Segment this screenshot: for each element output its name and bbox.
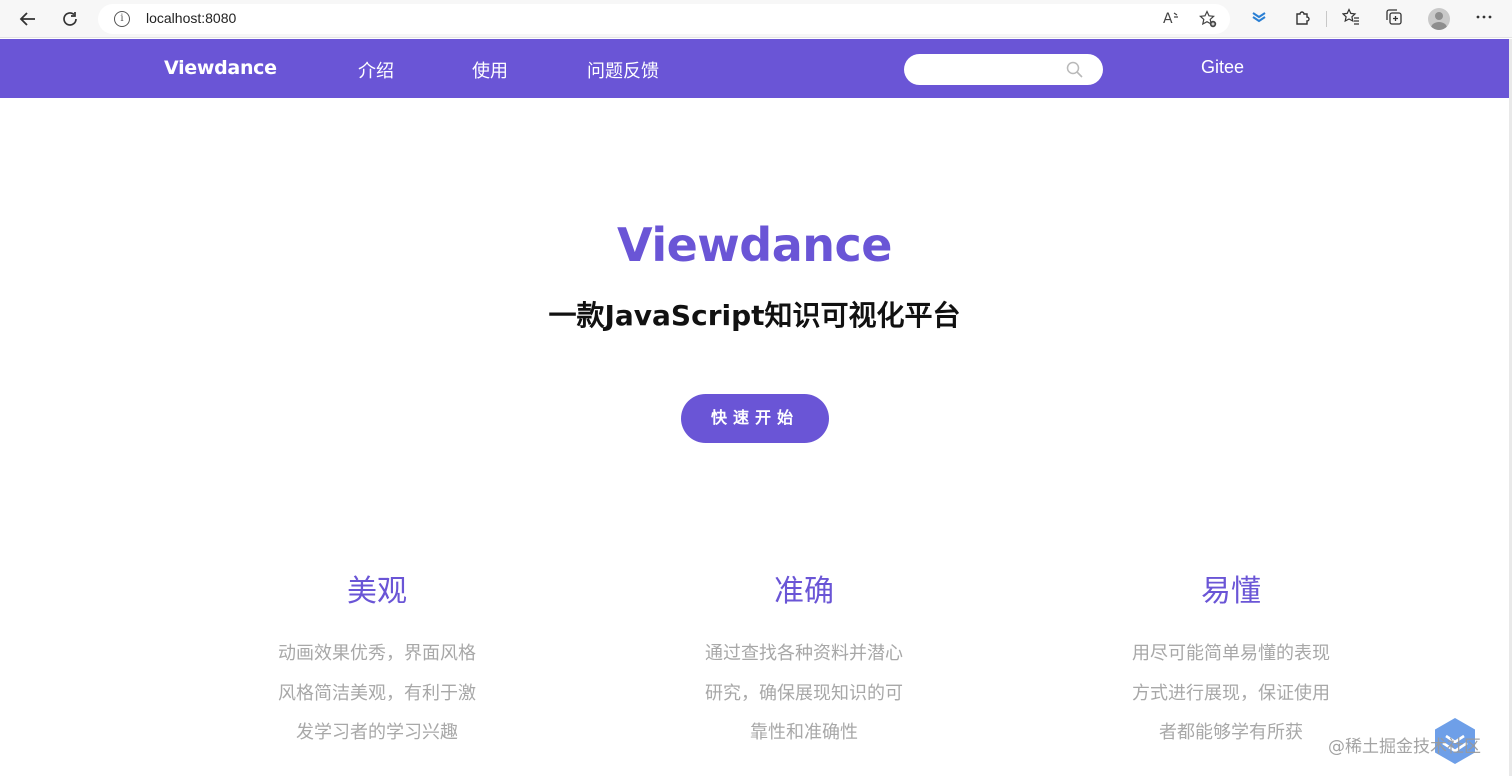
- more-menu-icon[interactable]: [1473, 8, 1495, 30]
- favorites-icon[interactable]: [1340, 8, 1362, 30]
- feature-card-beautiful: 美观 动画效果优秀，界面风格 风格简洁美观，有利于激 发学习者的学习兴趣: [257, 572, 497, 753]
- feature-title: 易懂: [1201, 574, 1261, 609]
- feature-desc-line: 通过查找各种资料并潜心: [705, 643, 903, 664]
- brand-logo-text[interactable]: Viewdance: [164, 57, 277, 79]
- feature-card-easy: 易懂 用尽可能简单易懂的表现 方式进行展现，保证使用 者都能够学有所获: [1111, 572, 1351, 753]
- search-box[interactable]: [904, 54, 1103, 85]
- hero-subtitle: 一款JavaScript知识可视化平台: [548, 299, 961, 332]
- toolbar-separator: [1326, 11, 1327, 27]
- svg-text:A: A: [1163, 11, 1173, 26]
- feature-title: 美观: [347, 574, 407, 609]
- search-icon[interactable]: [1066, 61, 1083, 78]
- nav-link-feedback[interactable]: 问题反馈: [587, 57, 659, 83]
- refresh-icon[interactable]: [58, 7, 82, 31]
- extension-download-icon[interactable]: [1248, 8, 1270, 30]
- collections-icon[interactable]: [1383, 8, 1405, 30]
- nav-link-usage[interactable]: 使用: [472, 57, 508, 83]
- extensions-puzzle-icon[interactable]: [1292, 8, 1314, 30]
- feature-desc-line: 风格简洁美观，有利于激: [278, 682, 476, 704]
- site-info-icon[interactable]: i: [114, 11, 130, 27]
- feature-desc-line: 发学习者的学习兴趣: [296, 722, 458, 743]
- feature-desc-line: 动画效果优秀，界面风格: [278, 643, 476, 664]
- search-input[interactable]: [918, 59, 1068, 80]
- favorite-add-icon[interactable]: [1198, 10, 1218, 30]
- back-arrow-icon[interactable]: [16, 7, 40, 31]
- site-header: Viewdance 介绍 使用 问题反馈 Gitee: [0, 39, 1509, 98]
- feature-desc-line: 靠性和准确性: [750, 722, 858, 743]
- read-aloud-icon[interactable]: A: [1162, 10, 1182, 30]
- gitee-link[interactable]: Gitee: [1201, 57, 1244, 78]
- quick-start-button[interactable]: 快速开始: [681, 394, 829, 443]
- feature-title: 准确: [774, 574, 834, 609]
- feature-desc-line: 者都能够学有所获: [1159, 722, 1303, 743]
- feature-desc-line: 方式进行展现，保证使用: [1132, 682, 1330, 704]
- feature-desc-line: 研究，确保展现知识的可: [705, 682, 903, 704]
- feature-description: 通过查找各种资料并潜心 研究，确保展现知识的可 靠性和准确性: [684, 634, 924, 753]
- profile-avatar-icon[interactable]: [1428, 8, 1450, 30]
- url-text[interactable]: localhost:8080: [146, 10, 236, 26]
- hero-title: Viewdance: [617, 218, 892, 272]
- feature-description: 用尽可能简单易懂的表现 方式进行展现，保证使用 者都能够学有所获: [1111, 634, 1351, 753]
- watermark-text: @稀土掘金技术社区: [1328, 737, 1481, 757]
- feature-description: 动画效果优秀，界面风格 风格简洁美观，有利于激 发学习者的学习兴趣: [257, 634, 497, 753]
- browser-toolbar: i localhost:8080 A: [0, 0, 1512, 38]
- feature-desc-line: 用尽可能简单易懂的表现: [1132, 643, 1330, 664]
- feature-card-accurate: 准确 通过查找各种资料并潜心 研究，确保展现知识的可 靠性和准确性: [684, 572, 924, 753]
- nav-link-intro[interactable]: 介绍: [358, 57, 394, 83]
- address-bar[interactable]: i localhost:8080 A: [98, 4, 1230, 34]
